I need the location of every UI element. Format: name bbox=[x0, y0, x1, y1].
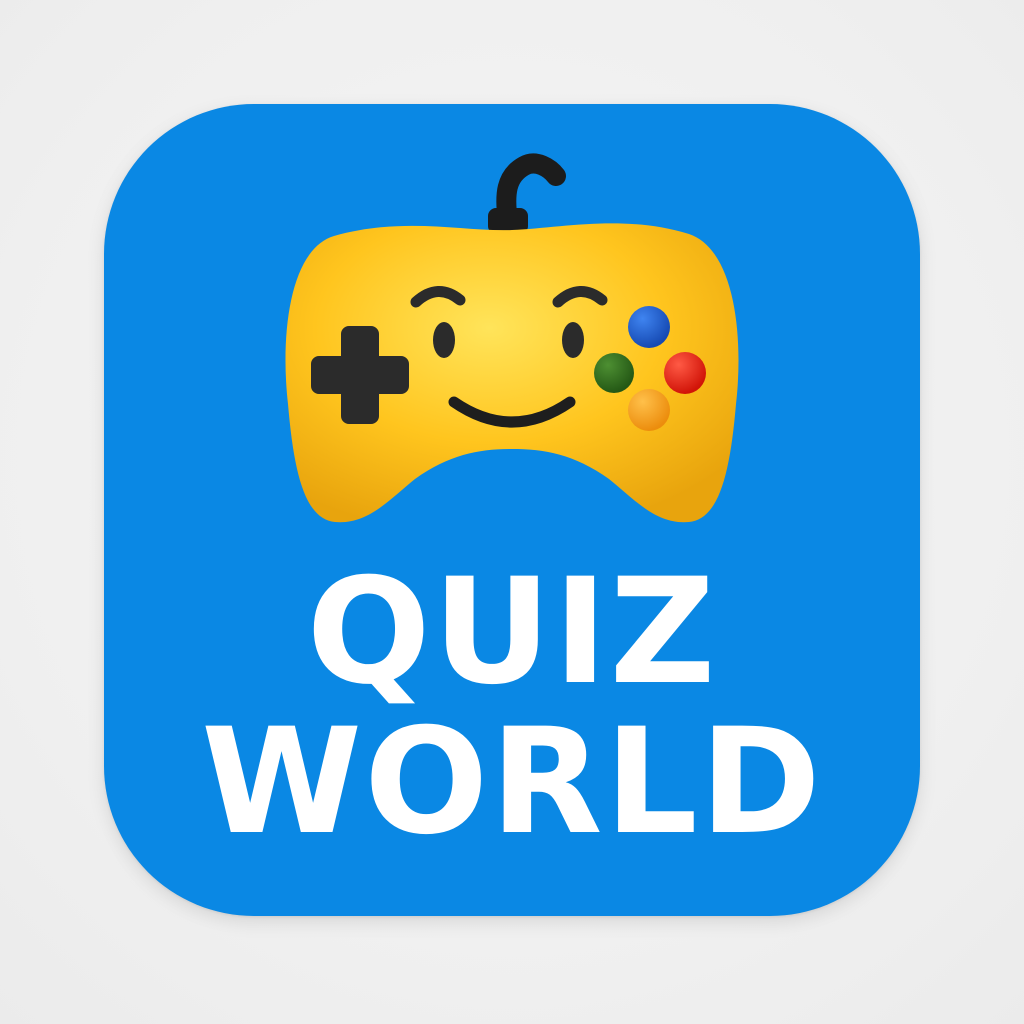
page-background: QUIZ WORLD bbox=[0, 0, 1024, 1024]
blue-button bbox=[628, 306, 670, 348]
orange-button bbox=[628, 389, 670, 431]
quiz-world-app-icon[interactable]: QUIZ WORLD bbox=[104, 104, 920, 916]
red-button bbox=[664, 352, 706, 394]
app-title-line-1: QUIZ bbox=[306, 547, 718, 717]
app-title-line-2: WORLD bbox=[201, 697, 823, 867]
right-eye bbox=[562, 322, 584, 358]
smiling-game-controller-icon bbox=[285, 153, 739, 523]
green-button bbox=[594, 353, 634, 393]
left-eye bbox=[433, 322, 455, 358]
